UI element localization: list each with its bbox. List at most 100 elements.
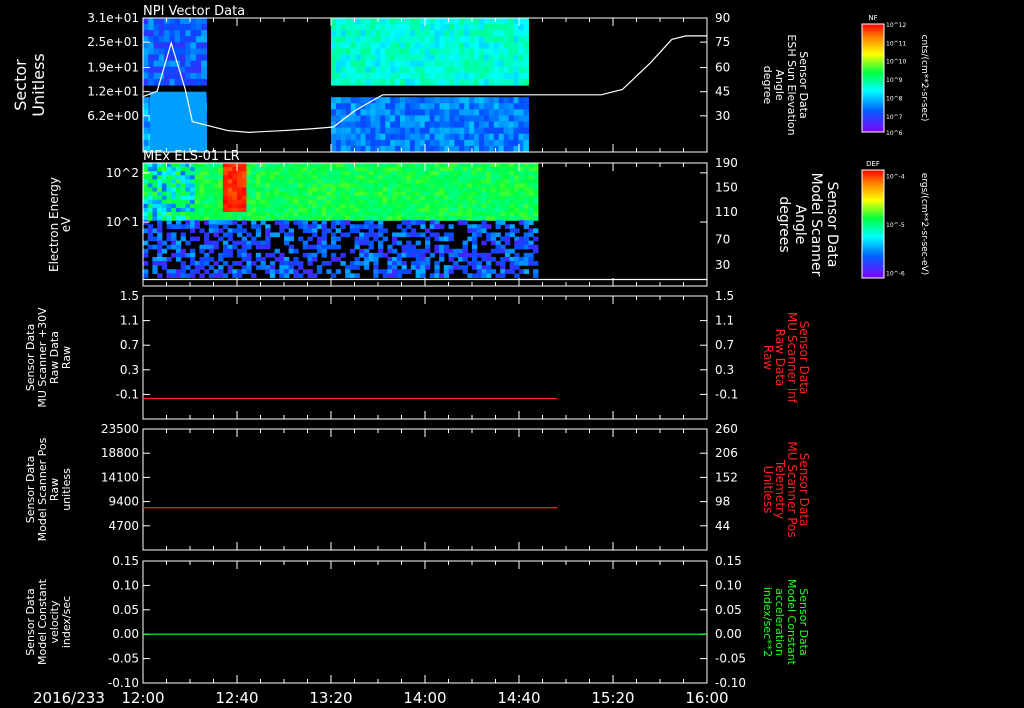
heatmap-cell [390,66,396,74]
heatmap-cell [495,167,501,172]
heatmap-cell [157,228,163,234]
heatmap-cell [474,78,480,86]
heatmap-cell [380,109,386,117]
heatmap-cell [503,60,510,68]
heatmap-cell [255,228,262,234]
heatmap-cell [385,133,391,141]
heatmap-cell [190,195,196,201]
heatmap-cell [354,216,360,221]
heatmap-cell [404,42,411,50]
heatmap-cell [459,66,465,74]
heatmap-cell [195,54,202,62]
heatmap-cell [158,36,165,43]
heatmap-cell [321,175,327,180]
heatmap-cell [476,265,482,270]
heatmap-cell [401,261,407,266]
heatmap-cell [533,273,539,278]
heatmap-cell [464,42,470,50]
heatmap-cell [222,212,229,217]
heatmap-cell [307,256,313,262]
heatmap-cell [509,175,515,180]
heatmap-cell [444,60,450,68]
heatmap-cell [454,115,460,123]
heatmap-cell [335,175,341,180]
heatmap-cell [454,48,460,56]
heatmap-cell [476,191,482,197]
heatmap-cell [251,273,257,278]
heatmap-cell [213,171,219,176]
heatmap-cell [190,212,196,217]
heatmap-cell [415,191,421,197]
heatmap-cell [409,60,416,68]
heatmap-cell [326,212,332,217]
heatmap-cell [401,179,407,185]
heatmap-cell [483,42,490,50]
heatmap-cell [439,175,445,180]
heatmap-cell [213,195,219,201]
heatmap-cell [474,133,480,141]
heatmap-cell [213,273,219,278]
heatmap-cell [260,183,266,189]
heatmap-cell [523,60,529,68]
heatmap-cell [387,163,393,168]
heatmap-cell [395,127,401,135]
heatmap-cell [464,109,470,117]
heatmap-cell [298,273,304,278]
heatmap-cell [500,273,506,278]
heatmap-cell [307,228,313,234]
heatmap-cell [335,109,342,117]
heatmap-cell [185,42,192,50]
heatmap-cell [443,248,450,254]
heatmap-cell [424,78,431,86]
heatmap-cell [476,269,482,274]
heatmap-cell [454,60,460,68]
y-tick-label: 0.10 [112,578,139,592]
heatmap-cell [449,72,455,80]
heatmap-cell [509,163,515,168]
heatmap-cell [360,72,367,80]
heatmap-cell [298,224,304,229]
heatmap-cell [410,179,417,185]
heatmap-cell [345,171,351,176]
heatmap-cell [350,127,357,135]
heatmap-cell [419,139,426,147]
heatmap-cell [500,261,506,266]
right-tick-label: 152 [715,470,738,484]
heatmap-cell [288,269,294,274]
heatmap-cell [476,199,482,205]
heatmap-cell [410,232,417,238]
heatmap-cell [363,199,370,205]
panel-frame [142,295,708,420]
heatmap-cell [375,66,381,74]
heatmap-cell [340,109,347,117]
heatmap-cell [265,199,271,205]
heatmap-cell [476,216,482,221]
heatmap-cell [302,191,309,197]
heatmap-cell [406,248,412,254]
heatmap-cell [274,195,280,201]
heatmap-cell [293,191,299,197]
heatmap-cell [419,121,426,129]
heatmap-cell [528,195,534,201]
heatmap-cell [302,195,309,201]
heatmap-cell [241,212,247,217]
heatmap-cell [345,139,352,147]
heatmap-cell [404,127,411,135]
heatmap-cell [360,97,367,104]
heatmap-cell [464,139,470,147]
heatmap-cell [298,195,304,201]
heatmap-cell [161,183,168,189]
heatmap-cell [152,187,158,193]
heatmap-cell [218,212,224,217]
heatmap-cell [457,167,464,172]
heatmap-cell [284,212,290,217]
heatmap-cell [472,261,478,266]
heatmap-cell [490,203,497,209]
heatmap-cell [175,179,182,185]
heatmap-cell [472,256,478,262]
heatmap-cell [414,109,421,117]
heatmap-cell [514,273,520,278]
heatmap-cell [498,30,505,37]
heatmap-cell [158,54,165,62]
heatmap-cell [528,207,534,213]
